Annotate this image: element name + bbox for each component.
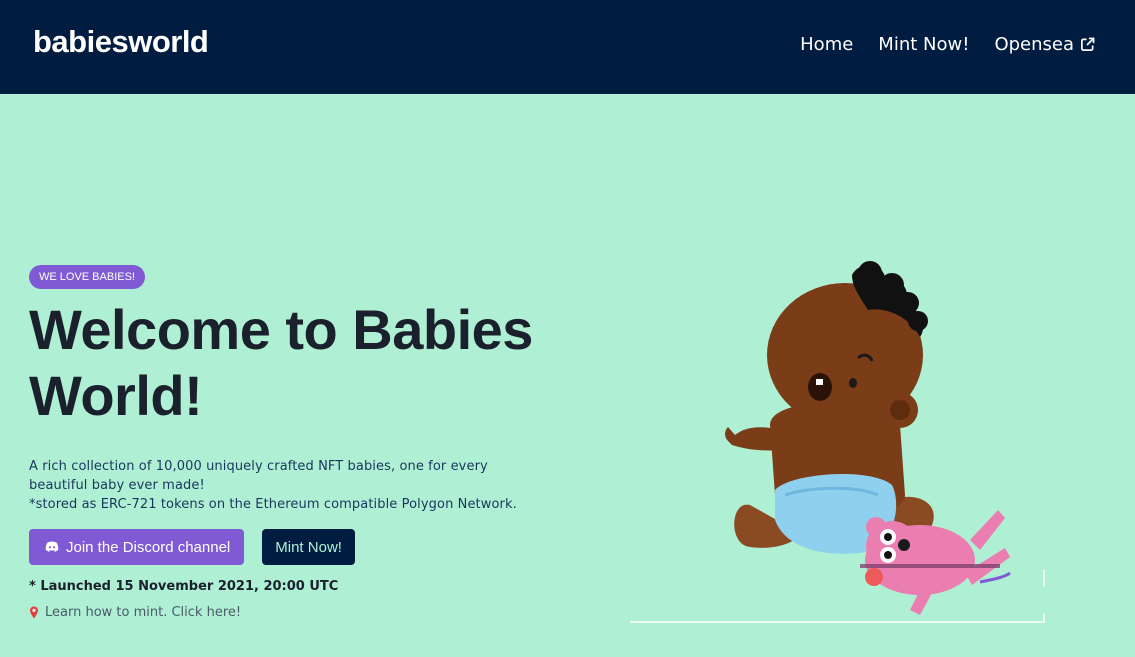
mint-now-button[interactable]: Mint Now! xyxy=(262,529,355,565)
learn-mint-label: Learn how to mint. Click here! xyxy=(45,605,242,620)
brand-logo[interactable]: babiesworld xyxy=(33,24,209,60)
external-link-icon xyxy=(1081,37,1095,51)
nav-link-mint[interactable]: Mint Now! xyxy=(878,34,969,55)
description-line-2: *stored as ERC-721 tokens on the Ethereu… xyxy=(29,497,517,512)
nav-link-home[interactable]: Home xyxy=(800,34,853,55)
join-discord-label: Join the Discord channel xyxy=(66,538,231,556)
description-line-1: A rich collection of 10,000 uniquely cra… xyxy=(29,459,488,493)
join-discord-button[interactable]: Join the Discord channel xyxy=(29,529,245,565)
hero-description: A rich collection of 10,000 uniquely cra… xyxy=(29,457,549,514)
hero-buttons: Join the Discord channel Mint Now! xyxy=(29,529,549,565)
discord-icon xyxy=(45,541,59,552)
learn-mint-link[interactable]: Learn how to mint. Click here! xyxy=(29,605,549,620)
nav-link-opensea[interactable]: Opensea xyxy=(994,34,1095,55)
hero-section: WE LOVE BABIES! Welcome to Babies World!… xyxy=(29,265,549,620)
map-pin-icon xyxy=(30,606,38,619)
navbar: babiesworld Home Mint Now! Opensea xyxy=(0,0,1135,94)
love-babies-badge: WE LOVE BABIES! xyxy=(29,265,145,289)
page-title: Welcome to Babies World! xyxy=(29,298,533,427)
baby-illustration xyxy=(630,261,1045,623)
nav-link-opensea-label: Opensea xyxy=(994,34,1074,55)
nav-links: Home Mint Now! Opensea xyxy=(775,34,1095,55)
launch-date: * Launched 15 November 2021, 20:00 UTC xyxy=(29,579,339,594)
